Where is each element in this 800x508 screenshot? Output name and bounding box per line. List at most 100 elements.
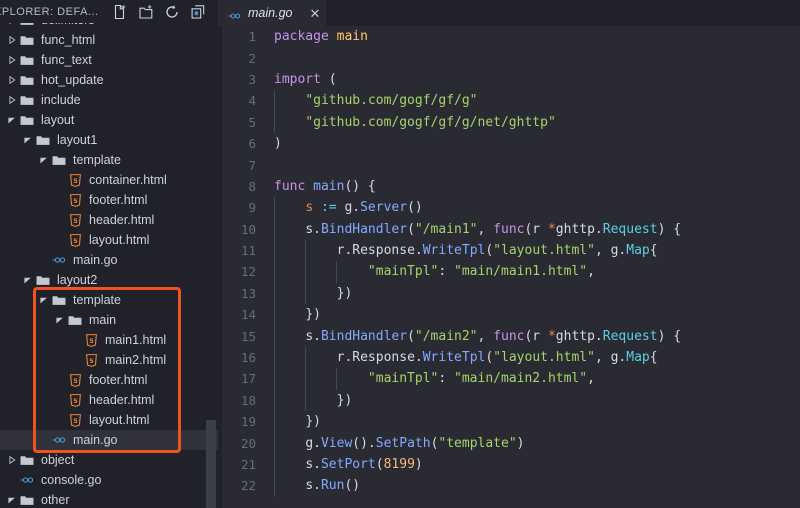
code-text[interactable]: s.BindHandler("/main2", func(r *ghttp.Re… xyxy=(264,329,681,344)
code-text[interactable]: import ( xyxy=(264,72,337,87)
refresh-icon[interactable] xyxy=(164,4,180,20)
tree-item-template[interactable]: template xyxy=(0,290,218,310)
indent-guide xyxy=(274,390,275,411)
chevron-down-icon[interactable] xyxy=(38,150,50,170)
chevron-down-icon[interactable] xyxy=(22,270,34,290)
code-token: () { xyxy=(344,179,375,194)
tree-twisty-spacer xyxy=(54,230,66,250)
tree-item-layout-html[interactable]: 5layout.html xyxy=(0,230,218,250)
code-lines: 1package main23import (4 "github.com/gog… xyxy=(218,26,800,497)
code-text[interactable]: s.SetPort(8199) xyxy=(264,457,423,472)
code-text[interactable]: }) xyxy=(264,286,352,301)
code-token: "mainTpl" xyxy=(368,371,438,386)
tab-main-go[interactable]: main.go ✕ xyxy=(218,0,326,26)
tree-item-include[interactable]: include xyxy=(0,90,218,110)
code-token: ( xyxy=(407,329,415,344)
line-number: 2 xyxy=(218,51,264,66)
code-token: . xyxy=(352,200,360,215)
code-token: ghttp. xyxy=(556,329,603,344)
chevron-right-icon[interactable] xyxy=(6,90,18,110)
svg-text:5: 5 xyxy=(73,416,78,424)
chevron-down-icon[interactable] xyxy=(6,110,18,130)
code-token: () xyxy=(344,478,360,493)
chevron-down-icon[interactable] xyxy=(38,290,50,310)
tree-item-object[interactable]: object xyxy=(0,450,218,470)
code-editor[interactable]: 1package main23import (4 "github.com/gog… xyxy=(218,26,800,508)
new-folder-icon[interactable] xyxy=(138,4,154,20)
tree-item-header-html[interactable]: 5header.html xyxy=(0,390,218,410)
chevron-right-icon[interactable] xyxy=(6,450,18,470)
code-text[interactable]: r.Response.WriteTpl("layout.html", g.Map… xyxy=(264,350,658,365)
chevron-right-icon[interactable] xyxy=(6,70,18,90)
code-text[interactable]: s.BindHandler("/main1", func(r *ghttp.Re… xyxy=(264,222,681,237)
line-number: 21 xyxy=(218,457,264,472)
tree-item-func_text[interactable]: func_text xyxy=(0,50,218,70)
tree-item-func_html[interactable]: func_html xyxy=(0,30,218,50)
code-line: 12 "mainTpl": "main/main1.html", xyxy=(218,261,800,282)
tree-item-other[interactable]: other xyxy=(0,490,218,508)
tree-item-layout1[interactable]: layout1 xyxy=(0,130,218,150)
code-token: s. xyxy=(305,457,321,472)
html-file-icon: 5 xyxy=(66,174,84,187)
code-text[interactable]: "mainTpl": "main/main2.html", xyxy=(264,371,595,386)
code-text[interactable]: }) xyxy=(264,393,352,408)
code-text[interactable]: "github.com/gogf/gf/g/net/ghttp" xyxy=(264,115,556,130)
code-line: 4 "github.com/gogf/gf/g" xyxy=(218,90,800,111)
code-text[interactable]: "github.com/gogf/gf/g" xyxy=(264,93,478,108)
tree-item-main-go[interactable]: main.go xyxy=(0,250,218,270)
line-number: 4 xyxy=(218,93,264,108)
code-text[interactable]: package main xyxy=(264,29,368,44)
indent-guide xyxy=(305,261,306,282)
tree-item-delimiters[interactable]: delimiters xyxy=(0,23,218,30)
code-text[interactable]: func main() { xyxy=(264,179,376,194)
tree-item-footer-html[interactable]: 5footer.html xyxy=(0,190,218,210)
code-text[interactable]: g.View().SetPath("template") xyxy=(264,436,525,451)
code-text[interactable]: "mainTpl": "main/main1.html", xyxy=(264,264,595,279)
code-token xyxy=(274,478,305,493)
chevron-down-icon[interactable] xyxy=(22,130,34,150)
tree-item-header-html[interactable]: 5header.html xyxy=(0,210,218,230)
folder-icon xyxy=(18,35,36,46)
tree-item-hot_update[interactable]: hot_update xyxy=(0,70,218,90)
code-token: Request xyxy=(603,329,658,344)
code-text[interactable]: }) xyxy=(264,307,321,322)
tree-item-layout[interactable]: layout xyxy=(0,110,218,130)
tree-item-main-go[interactable]: main.go xyxy=(0,430,218,450)
code-text[interactable]: ) xyxy=(264,136,282,151)
tree-item-layout-html[interactable]: 5layout.html xyxy=(0,410,218,430)
new-file-icon[interactable] xyxy=(112,4,128,20)
tree-item-label: main.go xyxy=(68,433,117,447)
sidebar-scrollbar[interactable] xyxy=(206,420,216,508)
tree-item-console-go[interactable]: console.go xyxy=(0,470,218,490)
tree-twisty-spacer xyxy=(54,410,66,430)
chevron-down-icon[interactable] xyxy=(54,310,66,330)
code-text[interactable]: s.Run() xyxy=(264,478,360,493)
code-token: }) xyxy=(305,414,321,429)
line-number: 1 xyxy=(218,29,264,44)
chevron-right-icon[interactable] xyxy=(6,50,18,70)
code-text[interactable]: r.Response.WriteTpl("layout.html", g.Map… xyxy=(264,243,658,258)
tree-item-container-html[interactable]: 5container.html xyxy=(0,170,218,190)
chevron-down-icon[interactable] xyxy=(6,490,18,508)
tree-item-footer-html[interactable]: 5footer.html xyxy=(0,370,218,390)
chevron-right-icon[interactable] xyxy=(6,23,18,30)
code-line: 1package main xyxy=(218,26,800,47)
tree-item-main1-html[interactable]: 5main1.html xyxy=(0,330,218,350)
code-line: 8func main() { xyxy=(218,176,800,197)
tree-item-main2-html[interactable]: 5main2.html xyxy=(0,350,218,370)
svg-text:5: 5 xyxy=(73,376,78,384)
code-text[interactable]: s := g.Server() xyxy=(264,200,423,215)
line-number: 12 xyxy=(218,264,264,279)
tree-item-label: object xyxy=(36,453,74,467)
tree-item-label: main xyxy=(84,313,116,327)
code-token: ) xyxy=(517,436,525,451)
code-text[interactable]: }) xyxy=(264,414,321,429)
tab-close-icon[interactable]: ✕ xyxy=(309,7,320,20)
collapse-all-icon[interactable] xyxy=(190,4,206,20)
tree-item-layout2[interactable]: layout2 xyxy=(0,270,218,290)
tree-item-main[interactable]: main xyxy=(0,310,218,330)
chevron-right-icon[interactable] xyxy=(6,30,18,50)
file-tree[interactable]: delimitersfunc_htmlfunc_texthot_updatein… xyxy=(0,23,218,508)
tree-item-template[interactable]: template xyxy=(0,150,218,170)
line-number: 13 xyxy=(218,286,264,301)
